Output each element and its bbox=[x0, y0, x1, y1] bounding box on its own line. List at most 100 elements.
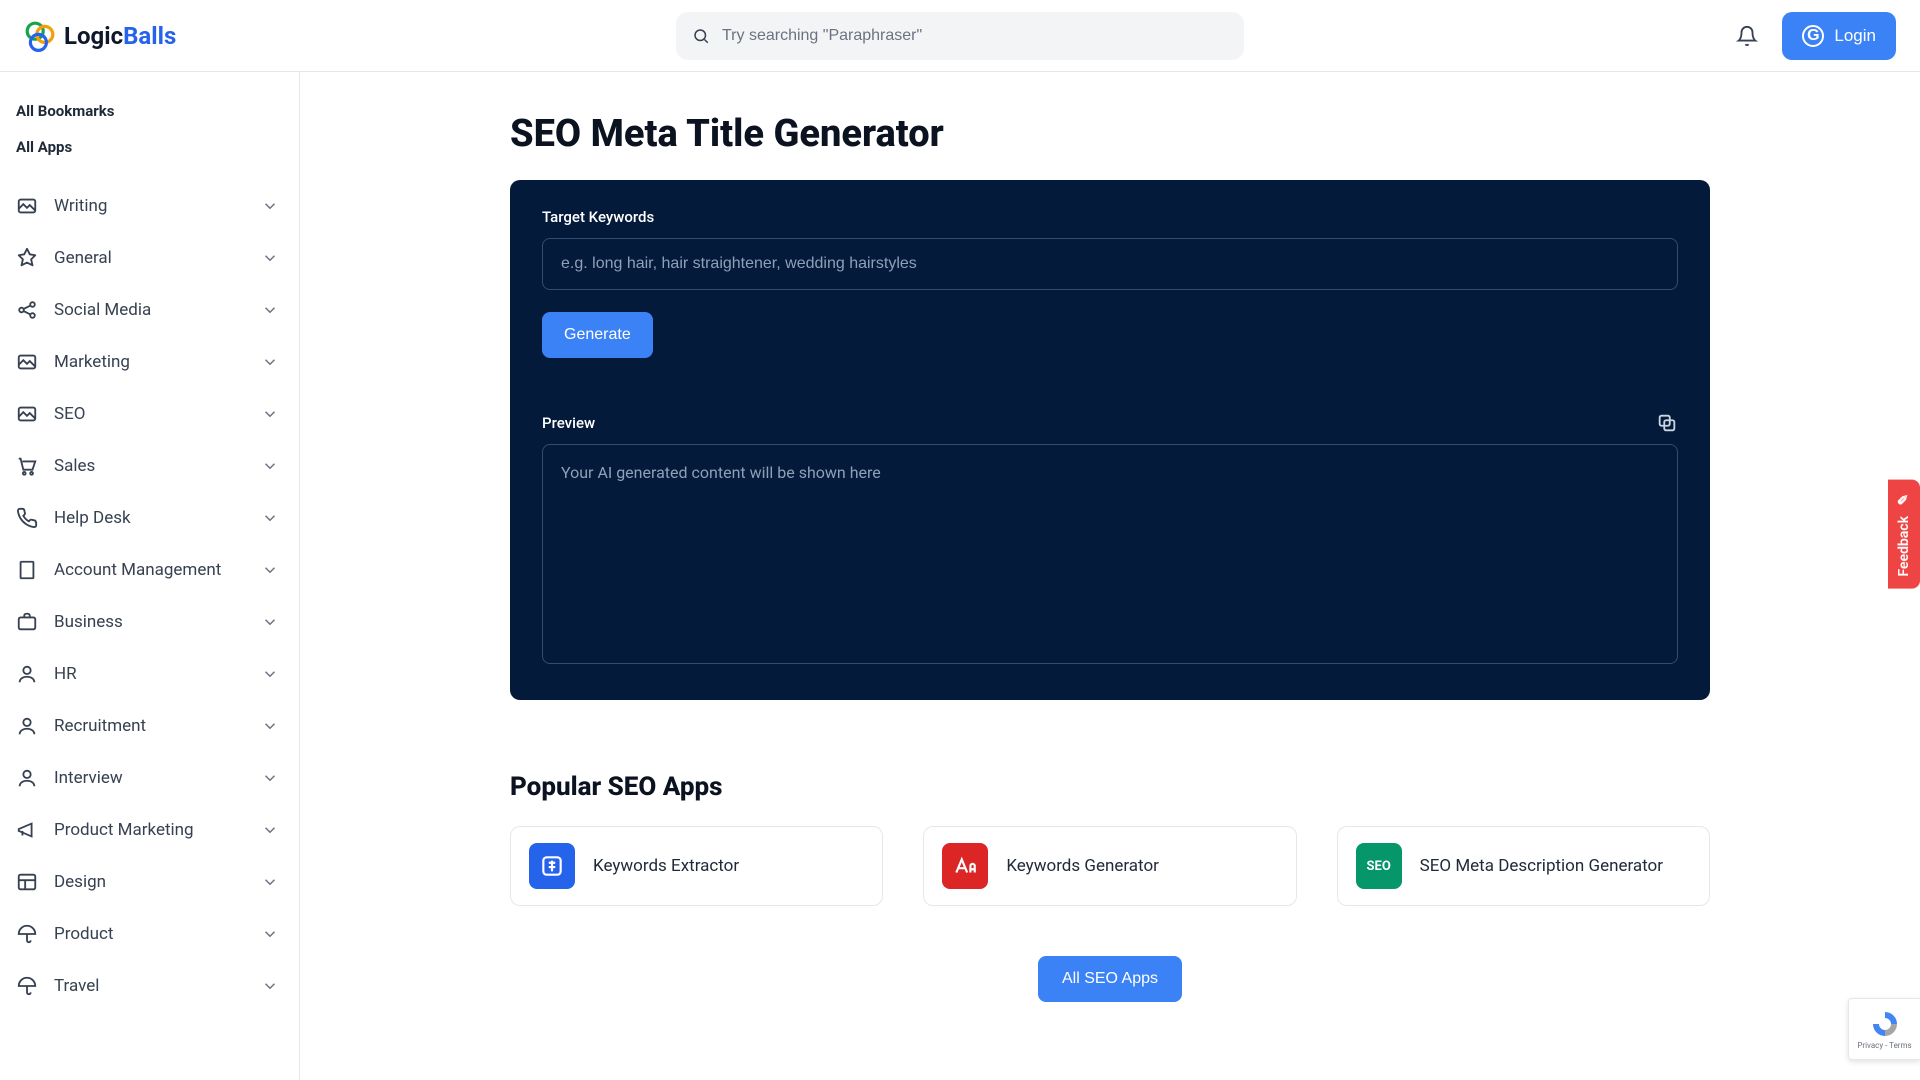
bell-icon[interactable] bbox=[1736, 25, 1758, 47]
sidebar-category-label: Interview bbox=[54, 768, 261, 788]
sidebar-category-business[interactable]: Business bbox=[12, 596, 291, 648]
sidebar-category-help-desk[interactable]: Help Desk bbox=[12, 492, 291, 544]
sidebar-category-label: Account Management bbox=[54, 560, 261, 580]
search-bar[interactable] bbox=[676, 12, 1244, 60]
chevron-down-icon bbox=[261, 925, 279, 943]
popular-app-card[interactable]: Keywords Generator bbox=[923, 826, 1296, 906]
header: LogicBalls G Login bbox=[0, 0, 1920, 72]
recaptcha-text-1: Privacy - Terms bbox=[1857, 1041, 1911, 1050]
sidebar-category-label: Business bbox=[54, 612, 261, 632]
popular-app-card[interactable]: SEO SEO Meta Description Generator bbox=[1337, 826, 1710, 906]
sidebar-category-label: Marketing bbox=[54, 352, 261, 372]
keywords-label: Target Keywords bbox=[542, 208, 1678, 226]
sidebar-category-label: Design bbox=[54, 872, 261, 892]
popular-app-card[interactable]: Keywords Extractor bbox=[510, 826, 883, 906]
recaptcha-badge[interactable]: Privacy - Terms bbox=[1848, 998, 1920, 1060]
keywords-input[interactable] bbox=[542, 238, 1678, 290]
sidebar-category-label: SEO bbox=[54, 404, 261, 424]
sidebar-category-general[interactable]: General bbox=[12, 232, 291, 284]
chevron-down-icon bbox=[261, 509, 279, 527]
feedback-tab[interactable]: Feedback ✎ bbox=[1888, 480, 1920, 589]
login-label: Login bbox=[1834, 26, 1876, 46]
feedback-label: Feedback bbox=[1896, 516, 1912, 577]
chevron-down-icon bbox=[261, 249, 279, 267]
card-title: SEO Meta Description Generator bbox=[1420, 856, 1663, 876]
chevron-down-icon bbox=[261, 301, 279, 319]
feedback-icon: ✎ bbox=[1896, 492, 1912, 508]
sidebar-category-design[interactable]: Design bbox=[12, 856, 291, 908]
cart-icon bbox=[16, 455, 38, 477]
popular-apps-title: Popular SEO Apps bbox=[510, 772, 1710, 802]
login-button[interactable]: G Login bbox=[1782, 12, 1896, 60]
logo-mark-icon bbox=[24, 20, 56, 52]
image-icon bbox=[16, 351, 38, 373]
chevron-down-icon bbox=[261, 457, 279, 475]
sidebar-category-product-marketing[interactable]: Product Marketing bbox=[12, 804, 291, 856]
main-content: SEO Meta Title Generator Target Keywords… bbox=[300, 72, 1920, 1080]
chevron-down-icon bbox=[261, 197, 279, 215]
logo-text-second: Balls bbox=[123, 22, 176, 50]
logo[interactable]: LogicBalls bbox=[24, 20, 176, 52]
search-input[interactable] bbox=[722, 27, 1228, 45]
chevron-down-icon bbox=[261, 873, 279, 891]
google-g-icon: G bbox=[1802, 25, 1824, 47]
chevron-down-icon bbox=[261, 561, 279, 579]
preview-output: Your AI generated content will be shown … bbox=[542, 444, 1678, 664]
sidebar-category-label: Recruitment bbox=[54, 716, 261, 736]
sidebar-category-label: Travel bbox=[54, 976, 261, 996]
sidebar-category-writing[interactable]: Writing bbox=[12, 180, 291, 232]
user-icon bbox=[16, 767, 38, 789]
search-icon bbox=[692, 27, 710, 45]
header-right: G Login bbox=[1736, 12, 1896, 60]
card-icon: SEO bbox=[1356, 843, 1402, 889]
copy-icon[interactable] bbox=[1656, 412, 1678, 434]
user-icon bbox=[16, 663, 38, 685]
sidebar-category-account-management[interactable]: Account Management bbox=[12, 544, 291, 596]
umbrella-icon bbox=[16, 975, 38, 997]
sidebar-category-interview[interactable]: Interview bbox=[12, 752, 291, 804]
chevron-down-icon bbox=[261, 405, 279, 423]
sidebar-category-sales[interactable]: Sales bbox=[12, 440, 291, 492]
card-title: Keywords Generator bbox=[1006, 856, 1159, 876]
chevron-down-icon bbox=[261, 821, 279, 839]
chevron-down-icon bbox=[261, 353, 279, 371]
sidebar-all-bookmarks[interactable]: All Bookmarks bbox=[12, 96, 291, 126]
extract-icon bbox=[539, 853, 565, 879]
card-icon bbox=[529, 843, 575, 889]
aa-icon bbox=[952, 853, 978, 879]
sidebar-category-label: HR bbox=[54, 664, 261, 684]
sidebar: All Bookmarks All Apps Writing General Soc… bbox=[0, 72, 300, 1080]
sidebar-category-travel[interactable]: Travel bbox=[12, 960, 291, 1012]
user-icon bbox=[16, 715, 38, 737]
sidebar-category-seo[interactable]: SEO bbox=[12, 388, 291, 440]
generator-panel: Target Keywords Generate Preview Your AI… bbox=[510, 180, 1710, 700]
sidebar-category-label: Product bbox=[54, 924, 261, 944]
chevron-down-icon bbox=[261, 613, 279, 631]
sidebar-category-product[interactable]: Product bbox=[12, 908, 291, 960]
search-container bbox=[676, 12, 1244, 60]
sidebar-category-label: Product Marketing bbox=[54, 820, 261, 840]
sidebar-category-label: General bbox=[54, 248, 261, 268]
preview-label: Preview bbox=[542, 414, 595, 432]
image-icon bbox=[16, 195, 38, 217]
sidebar-all-apps[interactable]: All Apps bbox=[12, 132, 291, 162]
recaptcha-icon bbox=[1870, 1009, 1900, 1039]
sidebar-category-social-media[interactable]: Social Media bbox=[12, 284, 291, 336]
sidebar-category-label: Social Media bbox=[54, 300, 261, 320]
building-icon bbox=[16, 559, 38, 581]
sidebar-category-marketing[interactable]: Marketing bbox=[12, 336, 291, 388]
umbrella-icon bbox=[16, 923, 38, 945]
generate-button[interactable]: Generate bbox=[542, 312, 653, 358]
layout-icon bbox=[16, 871, 38, 893]
sidebar-category-recruitment[interactable]: Recruitment bbox=[12, 700, 291, 752]
logo-text-first: Logic bbox=[64, 22, 123, 50]
chevron-down-icon bbox=[261, 769, 279, 787]
page-title: SEO Meta Title Generator bbox=[510, 112, 1710, 156]
sidebar-category-hr[interactable]: HR bbox=[12, 648, 291, 700]
briefcase-icon bbox=[16, 611, 38, 633]
sidebar-category-label: Sales bbox=[54, 456, 261, 476]
megaphone-icon bbox=[16, 819, 38, 841]
all-seo-apps-button[interactable]: All SEO Apps bbox=[1038, 956, 1182, 1002]
chevron-down-icon bbox=[261, 665, 279, 683]
sidebar-category-label: Help Desk bbox=[54, 508, 261, 528]
